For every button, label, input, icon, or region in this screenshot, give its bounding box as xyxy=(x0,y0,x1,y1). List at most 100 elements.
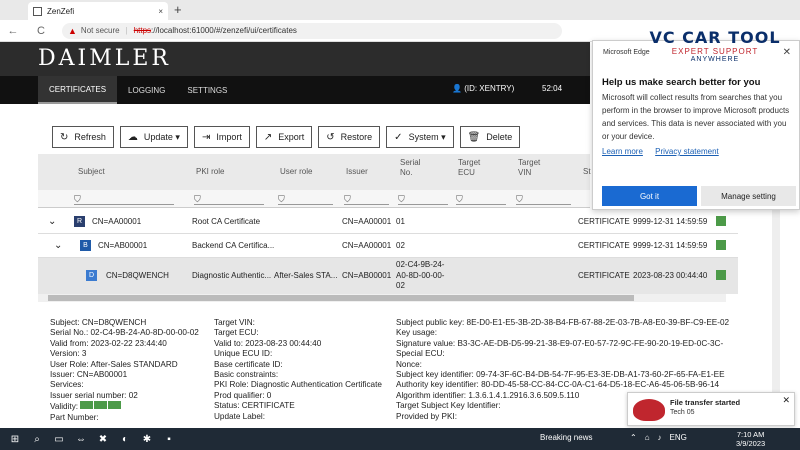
detail-issuer-serial: Issuer serial number: 02 xyxy=(50,390,138,400)
cell-serial: 02-C4-9B-24-A0-8D-00-00-02 xyxy=(396,260,445,290)
import-button[interactable]: ⇥ Import xyxy=(193,126,250,148)
delete-button[interactable]: 🗑 Delete xyxy=(459,126,521,148)
toast-title: File transfer started xyxy=(670,398,741,407)
check-icon: ✓ xyxy=(394,131,403,143)
detail-special-ecu: Special ECU: xyxy=(396,349,445,359)
task-view-icon[interactable]: ▭ xyxy=(48,434,70,445)
cell-valid-to: 9999-12-31 14:59:59 xyxy=(633,241,708,250)
volume-icon[interactable]: ♪ xyxy=(658,433,662,442)
detail-services: Services: xyxy=(50,380,84,390)
xentry-icon[interactable]: ✖ xyxy=(92,434,114,445)
refresh-button[interactable]: ↻ Refresh xyxy=(52,126,114,148)
news-widget[interactable]: Breaking news xyxy=(540,433,592,442)
system-tray: ⌃ ⌂ ♪ ENG xyxy=(630,433,687,442)
network-icon[interactable]: ⌂ xyxy=(645,433,650,442)
validity-indicator xyxy=(716,216,726,226)
col-status[interactable]: St xyxy=(583,167,591,177)
watermark-line-3: ANYWHERE xyxy=(690,56,740,63)
watermark-logo: VC CAR TOOL EXPERT SUPPORT ANYWHERE xyxy=(640,28,790,63)
detail-subject-public-key: Subject public key: 8E-D0-E1-E5-3B-2D-38… xyxy=(396,318,730,327)
detail-valid-from: Valid from: 2023-02-22 23:44:40 xyxy=(50,338,167,348)
cell-serial: 01 xyxy=(396,217,405,226)
tab-close-icon[interactable]: × xyxy=(158,7,163,16)
export-icon: ↗ xyxy=(263,131,273,143)
tab-favicon-icon xyxy=(33,6,42,16)
col-issuer[interactable]: Issuer xyxy=(346,167,368,177)
scrollbar-thumb[interactable] xyxy=(48,295,634,301)
taskbar-clock[interactable]: 7:10 AM 3/9/2023 xyxy=(736,430,765,448)
back-icon[interactable]: ← xyxy=(4,25,22,37)
update-button[interactable]: ☁ Update ▾ xyxy=(119,126,188,148)
got-it-button[interactable]: Got it xyxy=(602,186,697,206)
detail-serial: Serial No.: 02-C4-9B-24-A0-8D-00-00-02 xyxy=(50,328,199,338)
col-user-role[interactable]: User role xyxy=(280,167,312,177)
system-label: System ▾ xyxy=(408,131,446,142)
certificate-toolbar: ↻ Refresh ☁ Update ▾ ⇥ Import ↗ Export ↺ Rest… xyxy=(52,126,521,148)
brand-bar: DAIMLER xyxy=(0,42,590,76)
col-target-vin[interactable]: Target VIN xyxy=(518,158,548,178)
validity-indicator xyxy=(716,240,726,250)
badge-letter: D xyxy=(86,270,97,281)
detail-nonce: Nonce: xyxy=(396,359,422,369)
detail-user-role: User Role: After-Sales STANDARD xyxy=(50,359,178,369)
cell-status: CERTIFICATE xyxy=(578,241,630,250)
manage-setting-button[interactable]: Manage setting xyxy=(701,186,796,206)
col-serial-no[interactable]: Serial No. xyxy=(400,158,422,178)
cell-issuer: CN=AA00001 xyxy=(342,241,392,250)
new-tab-button[interactable]: + xyxy=(174,2,182,17)
teamviewer-icon[interactable]: ⇔ xyxy=(70,434,92,445)
close-icon[interactable]: ✕ xyxy=(782,395,790,406)
refresh-icon: ↻ xyxy=(60,131,69,143)
details-column-1: Subject: CN=D8QWENCH Serial No.: 02-C4-9… xyxy=(50,318,199,423)
table-row[interactable]: ⌄ B CN=AB00001 Backend CA Certifica... C… xyxy=(38,234,738,258)
delete-label: Delete xyxy=(486,132,513,142)
popup-title: Help us make search better for you xyxy=(602,77,761,88)
nav-settings[interactable]: SETTINGS xyxy=(176,76,238,104)
windows-taskbar: ⊞ ⌕ ▭ ⇔ ✖ ◐ ✱ ▪ Breaking news ⌃ ⌂ ♪ ENG … xyxy=(0,428,800,450)
restore-button[interactable]: ↺ Restore xyxy=(318,126,381,148)
col-pki-role[interactable]: PKI role xyxy=(196,167,224,177)
root-cert-icon: R xyxy=(74,216,85,227)
import-label: Import xyxy=(216,132,242,142)
update-label: Update ▾ xyxy=(143,131,180,142)
horizontal-scrollbar[interactable] xyxy=(38,294,726,302)
reload-icon[interactable]: C xyxy=(32,25,50,37)
export-button[interactable]: ↗ Export xyxy=(255,126,313,148)
cell-valid-to: 2023-08-23 00:44:40 xyxy=(633,271,708,280)
learn-more-link[interactable]: Learn more xyxy=(602,147,643,156)
validity-indicator xyxy=(716,270,726,280)
windows-start-icon[interactable]: ⊞ xyxy=(4,434,26,445)
watermark-line-2: EXPERT SUPPORT xyxy=(671,47,759,56)
edge-icon[interactable]: ◐ xyxy=(114,434,136,445)
browser-tab[interactable]: ZenZefi × xyxy=(28,2,168,20)
taskbar-time: 7:10 AM xyxy=(736,430,765,439)
col-target-ecu[interactable]: Target ECU xyxy=(458,158,488,178)
details-column-2: Target VIN: Target ECU: Valid to: 2023-0… xyxy=(214,318,382,422)
system-button[interactable]: ✓ System ▾ xyxy=(386,126,454,148)
detail-issuer: Issuer: CN=AB00001 xyxy=(50,370,128,380)
app-icon[interactable]: ✱ xyxy=(136,434,158,445)
user-id[interactable]: 👤 (ID: XENTRY) xyxy=(452,84,514,93)
nav-logging[interactable]: LOGGING xyxy=(117,76,176,104)
nav-certificates[interactable]: CERTIFICATES xyxy=(38,76,118,104)
tray-chevron-icon[interactable]: ⌃ xyxy=(630,433,637,442)
address-separator: | xyxy=(125,26,128,35)
restore-label: Restore xyxy=(340,132,373,142)
col-subject[interactable]: Subject xyxy=(78,167,105,177)
file-transfer-toast[interactable]: File transfer started Tech 05 ✕ xyxy=(627,392,795,426)
search-icon[interactable]: ⌕ xyxy=(26,434,48,445)
filter-line xyxy=(278,204,333,205)
cell-user-role: After-Sales STA... xyxy=(274,271,338,280)
cell-status: CERTIFICATE xyxy=(578,217,630,226)
expand-icon[interactable]: ⌄ xyxy=(48,216,56,227)
terminal-icon[interactable]: ▪ xyxy=(158,434,180,445)
detail-target-vin: Target VIN: xyxy=(214,318,255,327)
user-icon: 👤 xyxy=(452,84,465,93)
table-row-selected[interactable]: D CN=D8QWENCH Diagnostic Authentic... Af… xyxy=(38,258,738,294)
privacy-statement-link[interactable]: Privacy statement xyxy=(655,147,719,156)
watermark-line-1: VC CAR TOOL xyxy=(649,28,781,47)
table-row[interactable]: ⌄ R CN=AA00001 Root CA Certificate CN=AA… xyxy=(38,210,738,234)
language-indicator[interactable]: ENG xyxy=(670,433,687,442)
address-bar[interactable]: ▲ Not secure | https ://localhost:61000/… xyxy=(62,22,562,39)
expand-icon[interactable]: ⌄ xyxy=(54,240,62,251)
